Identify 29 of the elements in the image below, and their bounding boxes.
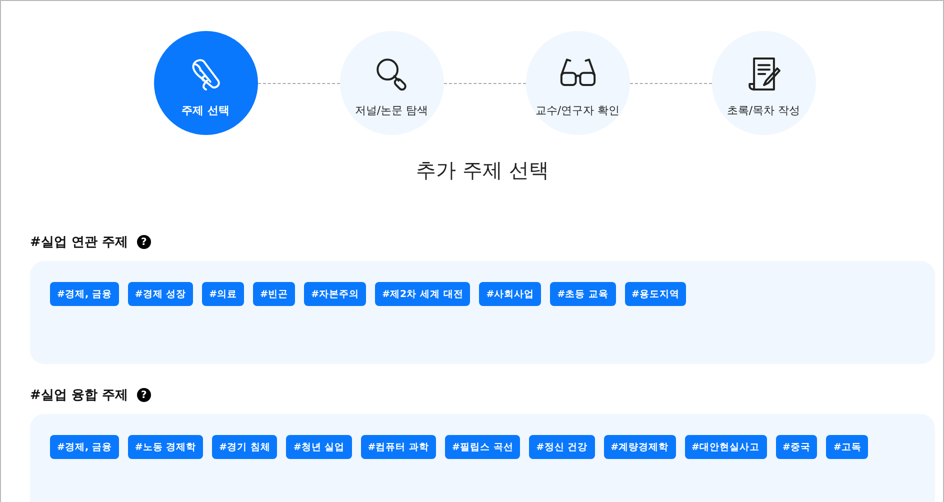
tag-button[interactable]: #의료 <box>202 282 244 306</box>
tag-button[interactable]: #경제, 금융 <box>50 435 119 459</box>
tag-button[interactable]: #사회사업 <box>479 282 542 306</box>
tag-button[interactable]: #빈곤 <box>253 282 296 306</box>
tag-button[interactable]: #대안현실사고 <box>684 435 767 459</box>
tag-button[interactable]: #경기 침체 <box>212 435 278 459</box>
section-heading: #실업 연관 주제 <box>30 234 128 251</box>
step-circle[interactable]: 주제 선택 <box>154 31 258 135</box>
tag-button[interactable]: #고독 <box>826 435 868 459</box>
tag-button[interactable]: #컴퓨터 과학 <box>360 435 436 459</box>
tag-button[interactable]: #노동 경제학 <box>128 435 204 459</box>
step-circle[interactable]: 저널/논문 탐색 <box>340 31 444 135</box>
page-title: 추가 주제 선택 <box>415 157 550 184</box>
tag-button[interactable]: #중국 <box>776 435 818 459</box>
tag-button[interactable]: #경제, 금융 <box>50 282 119 306</box>
step-circle[interactable]: 초록/목차 작성 <box>712 31 816 135</box>
tag-button[interactable]: #경제 성장 <box>128 282 194 306</box>
tag-button[interactable]: #자본주의 <box>304 282 366 306</box>
help-icon[interactable]: ? <box>136 235 151 249</box>
tag-button[interactable]: #필립스 곡선 <box>445 435 520 459</box>
section-heading: #실업 융합 주제 <box>30 387 128 404</box>
help-icon[interactable]: ? <box>136 388 151 402</box>
tag-button[interactable]: #계량경제학 <box>604 435 676 459</box>
tag-button[interactable]: #용도지역 <box>624 282 686 306</box>
tag-button[interactable]: #제2차 세계 대전 <box>375 282 470 306</box>
tag-button[interactable]: #정신 건강 <box>529 435 595 459</box>
tag-button[interactable]: #초등 교육 <box>550 282 616 306</box>
step-circle[interactable]: 교수/연구자 확인 <box>526 31 630 135</box>
tag-button[interactable]: #청년 실업 <box>286 435 352 459</box>
